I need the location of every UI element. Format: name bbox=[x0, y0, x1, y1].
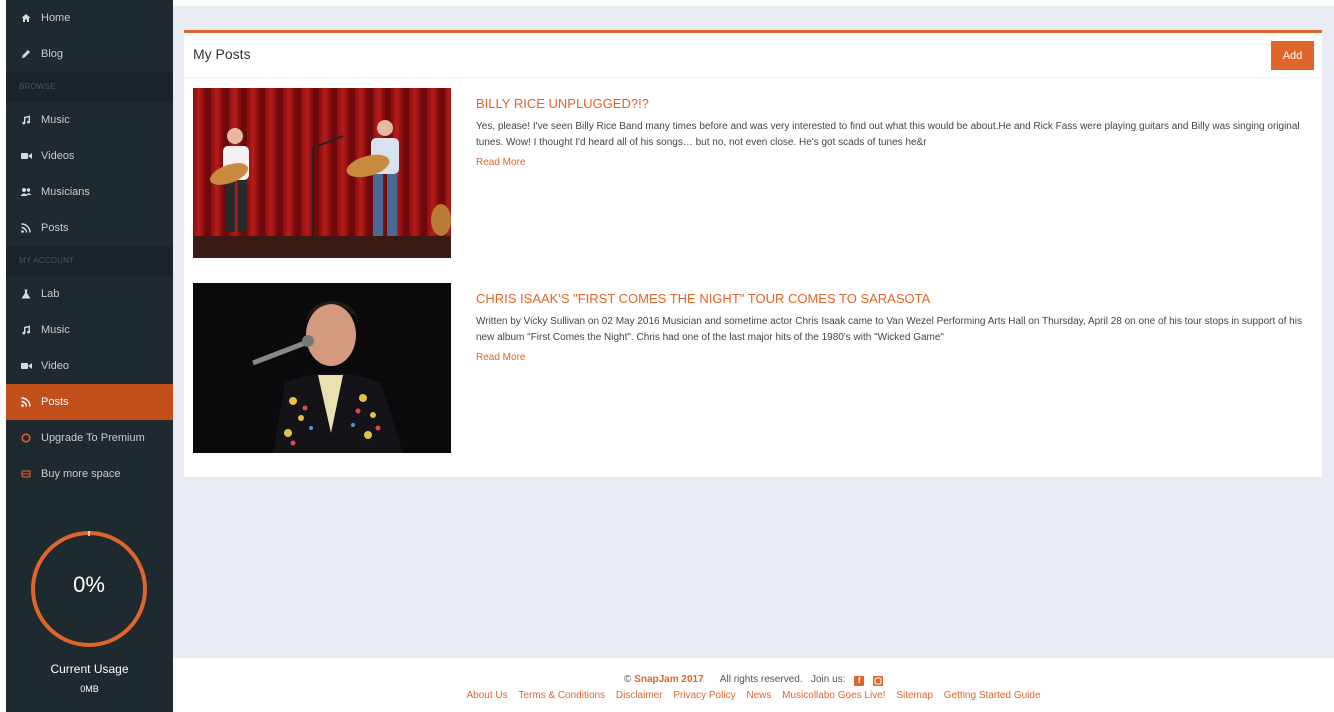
footer-brand[interactable]: SnapJam 2017 bbox=[634, 674, 704, 685]
usage-label: Current Usage bbox=[50, 662, 129, 676]
pencil-icon bbox=[19, 49, 33, 59]
sidebar-item-label: Buy more space bbox=[41, 468, 121, 480]
music-icon bbox=[19, 115, 33, 125]
sidebar-item-posts-browse[interactable]: Posts bbox=[6, 210, 173, 246]
posts-panel: My Posts Add BILLY RICE UNPLUGGED?!? Yes… bbox=[184, 30, 1322, 477]
rss-icon bbox=[19, 223, 33, 233]
panel-header: My Posts Add bbox=[184, 33, 1322, 78]
footer-link-sitemap[interactable]: Sitemap bbox=[896, 690, 933, 701]
music-icon bbox=[19, 325, 33, 335]
footer-link-musicollabo[interactable]: Musicollabo Goes Live! bbox=[782, 690, 885, 701]
sidebar-item-lab[interactable]: Lab bbox=[6, 276, 173, 312]
sidebar-item-home[interactable]: Home bbox=[6, 0, 173, 36]
sidebar-item-label: Musicians bbox=[41, 186, 90, 198]
main-content: My Posts Add BILLY RICE UNPLUGGED?!? Yes… bbox=[173, 6, 1334, 658]
usage-amount: 0MB bbox=[80, 684, 99, 694]
read-more-link[interactable]: Read More bbox=[476, 352, 525, 363]
footer-link-guide[interactable]: Getting Started Guide bbox=[944, 690, 1041, 701]
sidebar-item-label: Upgrade To Premium bbox=[41, 432, 145, 444]
home-icon bbox=[19, 13, 33, 23]
footer-rights: All rights reserved. bbox=[719, 674, 803, 685]
sidebar-item-label: Home bbox=[41, 12, 71, 24]
instagram-icon[interactable] bbox=[872, 676, 883, 686]
footer-links: About Us Terms & Conditions Disclaimer P… bbox=[173, 690, 1334, 701]
sidebar-item-my-video[interactable]: Video bbox=[6, 348, 173, 384]
footer-link-privacy[interactable]: Privacy Policy bbox=[673, 690, 735, 701]
post-excerpt: Written by Vicky Sullivan on 02 May 2016… bbox=[476, 316, 1302, 343]
footer: © SnapJam 2017 All rights reserved. Join… bbox=[173, 658, 1334, 712]
footer-link-news[interactable]: News bbox=[746, 690, 771, 701]
post-image[interactable] bbox=[193, 283, 451, 453]
post-body: BILLY RICE UNPLUGGED?!? Yes, please! I'v… bbox=[476, 96, 1306, 168]
copyright-symbol: © bbox=[624, 674, 632, 685]
my-account-section-header: MY ACCOUNT bbox=[6, 246, 173, 276]
post-image[interactable] bbox=[193, 88, 451, 258]
sidebar-item-music[interactable]: Music bbox=[6, 102, 173, 138]
sidebar-item-blog[interactable]: Blog bbox=[6, 36, 173, 72]
footer-link-terms[interactable]: Terms & Conditions bbox=[518, 690, 605, 701]
footer-link-disclaimer[interactable]: Disclaimer bbox=[616, 690, 663, 701]
sidebar-item-my-posts[interactable]: Posts bbox=[6, 384, 173, 420]
sidebar-item-label: Music bbox=[41, 114, 70, 126]
add-post-button[interactable]: Add bbox=[1271, 41, 1314, 70]
sidebar-item-my-music[interactable]: Music bbox=[6, 312, 173, 348]
footer-copyright: © SnapJam 2017 All rights reserved. Join… bbox=[173, 674, 1334, 686]
sidebar-item-label: Blog bbox=[41, 48, 64, 60]
post-item: BILLY RICE UNPLUGGED?!? Yes, please! I'v… bbox=[193, 88, 1313, 258]
sidebar-item-label: Posts bbox=[41, 396, 69, 408]
sidebar-item-videos[interactable]: Videos bbox=[6, 138, 173, 174]
sidebar-item-upgrade[interactable]: Upgrade To Premium bbox=[6, 420, 173, 456]
hdd-icon bbox=[19, 469, 33, 479]
sidebar-item-label: Video bbox=[41, 360, 69, 372]
footer-link-about[interactable]: About Us bbox=[466, 690, 507, 701]
sidebar-item-label: Posts bbox=[41, 222, 69, 234]
sidebar-item-label: Music bbox=[41, 324, 70, 336]
flask-icon bbox=[19, 289, 33, 299]
video-camera-icon bbox=[19, 362, 33, 370]
footer-join: Join us: bbox=[810, 674, 846, 685]
circle-icon bbox=[19, 433, 33, 443]
post-excerpt: Yes, please! I've seen Billy Rice Band m… bbox=[476, 121, 1300, 148]
video-camera-icon bbox=[19, 152, 33, 160]
sidebar-item-buy-space[interactable]: Buy more space bbox=[6, 456, 173, 492]
usage-percent: 0% bbox=[73, 572, 105, 597]
post-title[interactable]: CHRIS ISAAK'S "FIRST COMES THE NIGHT" TO… bbox=[476, 291, 1306, 306]
sidebar: Home Blog BROWSE Music Videos Musicians … bbox=[6, 0, 173, 712]
browse-section-header: BROWSE bbox=[6, 72, 173, 102]
post-body: CHRIS ISAAK'S "FIRST COMES THE NIGHT" TO… bbox=[476, 291, 1306, 363]
sidebar-item-label: Videos bbox=[41, 150, 75, 162]
sidebar-item-label: Lab bbox=[41, 288, 60, 300]
read-more-link[interactable]: Read More bbox=[476, 157, 525, 168]
post-title[interactable]: BILLY RICE UNPLUGGED?!? bbox=[476, 96, 1306, 111]
facebook-icon[interactable]: f bbox=[854, 676, 865, 686]
rss-icon bbox=[19, 397, 33, 407]
post-item: CHRIS ISAAK'S "FIRST COMES THE NIGHT" TO… bbox=[193, 283, 1313, 453]
users-icon bbox=[19, 187, 33, 197]
page-title: My Posts bbox=[193, 46, 251, 62]
sidebar-item-musicians[interactable]: Musicians bbox=[6, 174, 173, 210]
